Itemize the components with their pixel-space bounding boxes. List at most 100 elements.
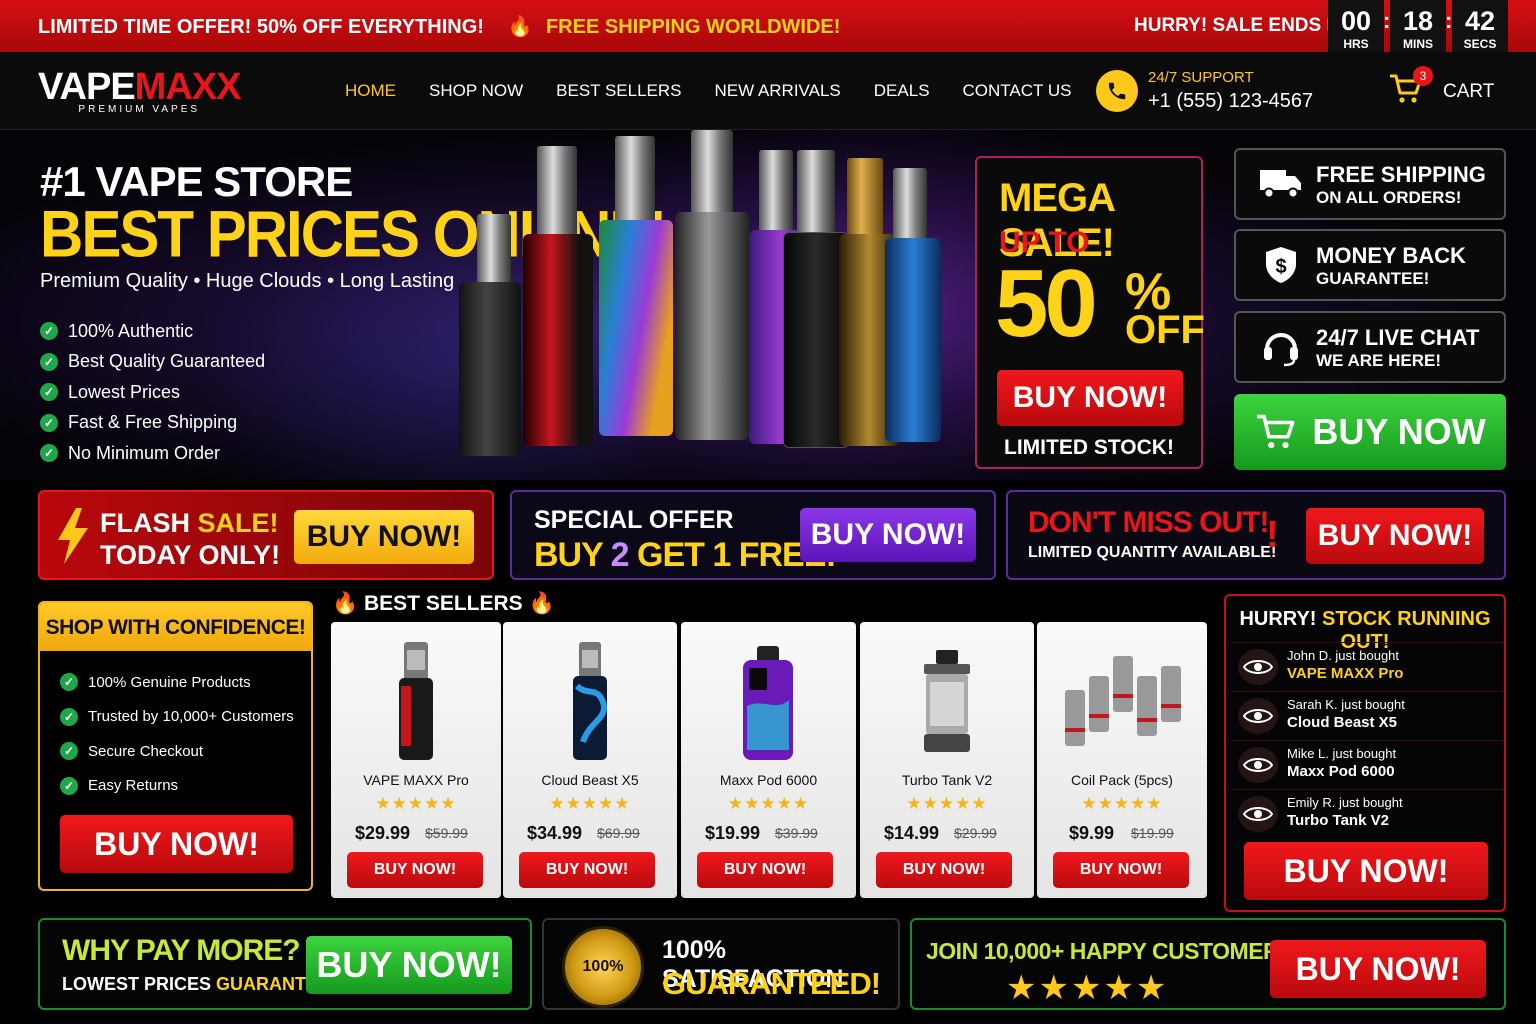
rating-stars: ★★★★★ [1081, 794, 1163, 813]
why-pay-more-title: WHY PAY MORE? [62, 934, 301, 967]
confidence-item: Secure Checkout [88, 742, 204, 760]
site-logo[interactable]: VAPEMAXX PREMIUM VAPES [38, 66, 242, 115]
flash-sale-highlight: SALE! [197, 508, 279, 538]
feature-subtitle: ON ALL ORDERS! [1316, 188, 1462, 207]
product-name: Maxx Pod 6000 [719, 772, 818, 788]
tank [893, 168, 927, 240]
list-item: ✓ 100% Genuine Products [60, 665, 294, 700]
limited-stock-label: LIMITED STOCK! [1004, 436, 1174, 459]
feature-subtitle: WE ARE HERE! [1316, 351, 1441, 370]
product-price: $9.99 [1069, 823, 1115, 843]
recent-purchase-item: Sarah K. just bought Cloud Beast X5 [1230, 691, 1502, 739]
why-pay-more-buy-button[interactable]: BUY NOW! [306, 936, 512, 994]
shop-confidence-panel: SHOP WITH CONFIDENCE! ✓ 100% Genuine Prod… [38, 601, 313, 891]
flash-sale-subtitle: TODAY ONLY! [100, 540, 281, 570]
join-buy-button[interactable]: BUY NOW! [1270, 940, 1486, 998]
device [885, 238, 941, 442]
product-price: $14.99 [884, 823, 940, 843]
product-card[interactable]: Cloud Beast X5 ★★★★★ $34.99 $69.99 BUY N… [503, 622, 677, 898]
shipping-text: FREE SHIPPING WORLDWIDE! [545, 16, 841, 38]
eye-icon [1238, 649, 1278, 685]
countdown-seconds-value: 42 [1464, 6, 1496, 36]
countdown-seconds: 42 SECS [1452, 0, 1508, 56]
cart-icon [1257, 414, 1295, 449]
mega-sale-off: OFF [1125, 308, 1205, 352]
device [523, 234, 593, 446]
hero-buy-now-label: BUY NOW [1312, 411, 1486, 452]
mega-sale-buy-button[interactable]: BUY NOW! [997, 370, 1183, 426]
flash-sale-text: FLASH [100, 508, 190, 538]
product-buy-button[interactable]: BUY NOW! [1053, 852, 1189, 888]
best-sellers-heading: 🔥 BEST SELLERS 🔥 [332, 592, 555, 616]
product-card[interactable]: Maxx Pod 6000 ★★★★★ $19.99 $39.99 BUY NO… [681, 622, 856, 898]
sale-ends-label: HURRY! SALE ENDS IN: [1134, 15, 1352, 36]
dont-miss-buy-button[interactable]: BUY NOW! [1306, 508, 1484, 564]
main-nav: VAPEMAXX PREMIUM VAPES HOME SHOP NOW BES… [0, 52, 1536, 130]
stock-buy-button[interactable]: BUY NOW! [1244, 842, 1488, 900]
countdown-hours-value: 00 [1340, 6, 1372, 36]
tank [615, 136, 655, 224]
check-icon: ✓ [40, 352, 58, 371]
join-customers-banner: JOIN 10,000+ HAPPY CUSTOMERS! ★★★★★ BUY … [910, 918, 1506, 1010]
hero-tagline: Premium Quality • Huge Clouds • Long Las… [40, 270, 455, 292]
product-old-price: $39.99 [775, 825, 818, 841]
confidence-buy-button[interactable]: BUY NOW! [60, 815, 293, 873]
benefit-text: Best Quality Guaranteed [68, 351, 266, 372]
buyer-text: John D. just bought [1287, 648, 1400, 663]
product-image [924, 650, 970, 752]
benefit-text: Lowest Prices [68, 381, 181, 402]
nav-best-sellers[interactable]: BEST SELLERS [556, 81, 681, 101]
phone-icon[interactable] [1096, 70, 1138, 112]
tank [691, 130, 733, 214]
nav-new-arrivals[interactable]: NEW ARRIVALS [715, 81, 841, 101]
cart-count-badge: 3 [1413, 66, 1433, 86]
svg-text:$: $ [1275, 256, 1286, 278]
product-name: Coil Pack (5pcs) [1071, 772, 1173, 788]
nav-shop-now[interactable]: SHOP NOW [429, 81, 523, 101]
support-label: 24/7 SUPPORT [1148, 69, 1254, 86]
list-item: ✓ 100% Authentic [40, 316, 265, 347]
hero-buy-now-button[interactable]: BUY NOW [1234, 394, 1506, 470]
product-image [743, 646, 793, 760]
special-offer-deal: BUY 2 GET 1 FREE! [534, 536, 837, 575]
product-card[interactable]: Coil Pack (5pcs) ★★★★★ $9.99 $19.99 BUY … [1037, 622, 1207, 898]
nav-deals[interactable]: DEALS [874, 81, 930, 101]
cart-label[interactable]: CART [1443, 81, 1494, 103]
dont-miss-subtitle: LIMITED QUANTITY AVAILABLE! [1028, 544, 1277, 561]
list-item: ✓ Easy Returns [60, 769, 294, 804]
special-offer-buy-button[interactable]: BUY NOW! [800, 508, 976, 562]
product-card[interactable]: Turbo Tank V2 ★★★★★ $14.99 $29.99 BUY NO… [860, 622, 1034, 898]
feature-live-chat: 24/7 LIVE CHAT WE ARE HERE! [1234, 311, 1506, 383]
nav-links: HOME SHOP NOW BEST SELLERS NEW ARRIVALS … [345, 81, 1071, 101]
guarantee-seal-icon: 100% [562, 926, 644, 1008]
confidence-list: ✓ 100% Genuine Products ✓ Trusted by 10,00… [60, 665, 294, 803]
logo-text-b: MAXX [134, 66, 242, 108]
benefit-text: 100% Authentic [68, 320, 194, 341]
product-card[interactable]: VAPE MAXX Pro ★★★★★ $29.99 $59.99 BUY NO… [331, 622, 501, 898]
feature-title: FREE SHIPPING [1316, 162, 1486, 187]
special-offer-number: 2 [610, 536, 630, 574]
check-icon: ✓ [60, 742, 78, 761]
purchased-product: Turbo Tank V2 [1287, 812, 1389, 829]
headset-icon [1258, 327, 1310, 367]
eye-icon [1238, 698, 1278, 734]
flash-sale-buy-button[interactable]: BUY NOW! [294, 510, 474, 564]
support-phone[interactable]: +1 (555) 123-4567 [1148, 90, 1313, 113]
rating-stars: ★★★★★ [1006, 969, 1169, 1007]
shield-dollar-icon: $ [1258, 245, 1310, 285]
nav-contact-us[interactable]: CONTACT US [963, 81, 1072, 101]
product-buy-button[interactable]: BUY NOW! [697, 852, 833, 888]
product-name: Cloud Beast X5 [541, 772, 639, 788]
product-buy-button[interactable]: BUY NOW! [876, 852, 1012, 888]
nav-home[interactable]: HOME [345, 81, 396, 101]
flash-sale-banner: FLASH SALE! TODAY ONLY! BUY NOW! [38, 490, 494, 580]
product-buy-button[interactable]: BUY NOW! [347, 852, 483, 888]
seal-text: 100% [582, 958, 624, 975]
product-buy-button[interactable]: BUY NOW! [519, 852, 655, 888]
purchased-product: VAPE MAXX Pro [1287, 665, 1404, 682]
device [459, 282, 521, 456]
countdown-hours-label: HRS [1343, 37, 1369, 51]
tank [477, 214, 511, 284]
tank [797, 150, 835, 234]
countdown-minutes-value: 18 [1402, 6, 1434, 36]
